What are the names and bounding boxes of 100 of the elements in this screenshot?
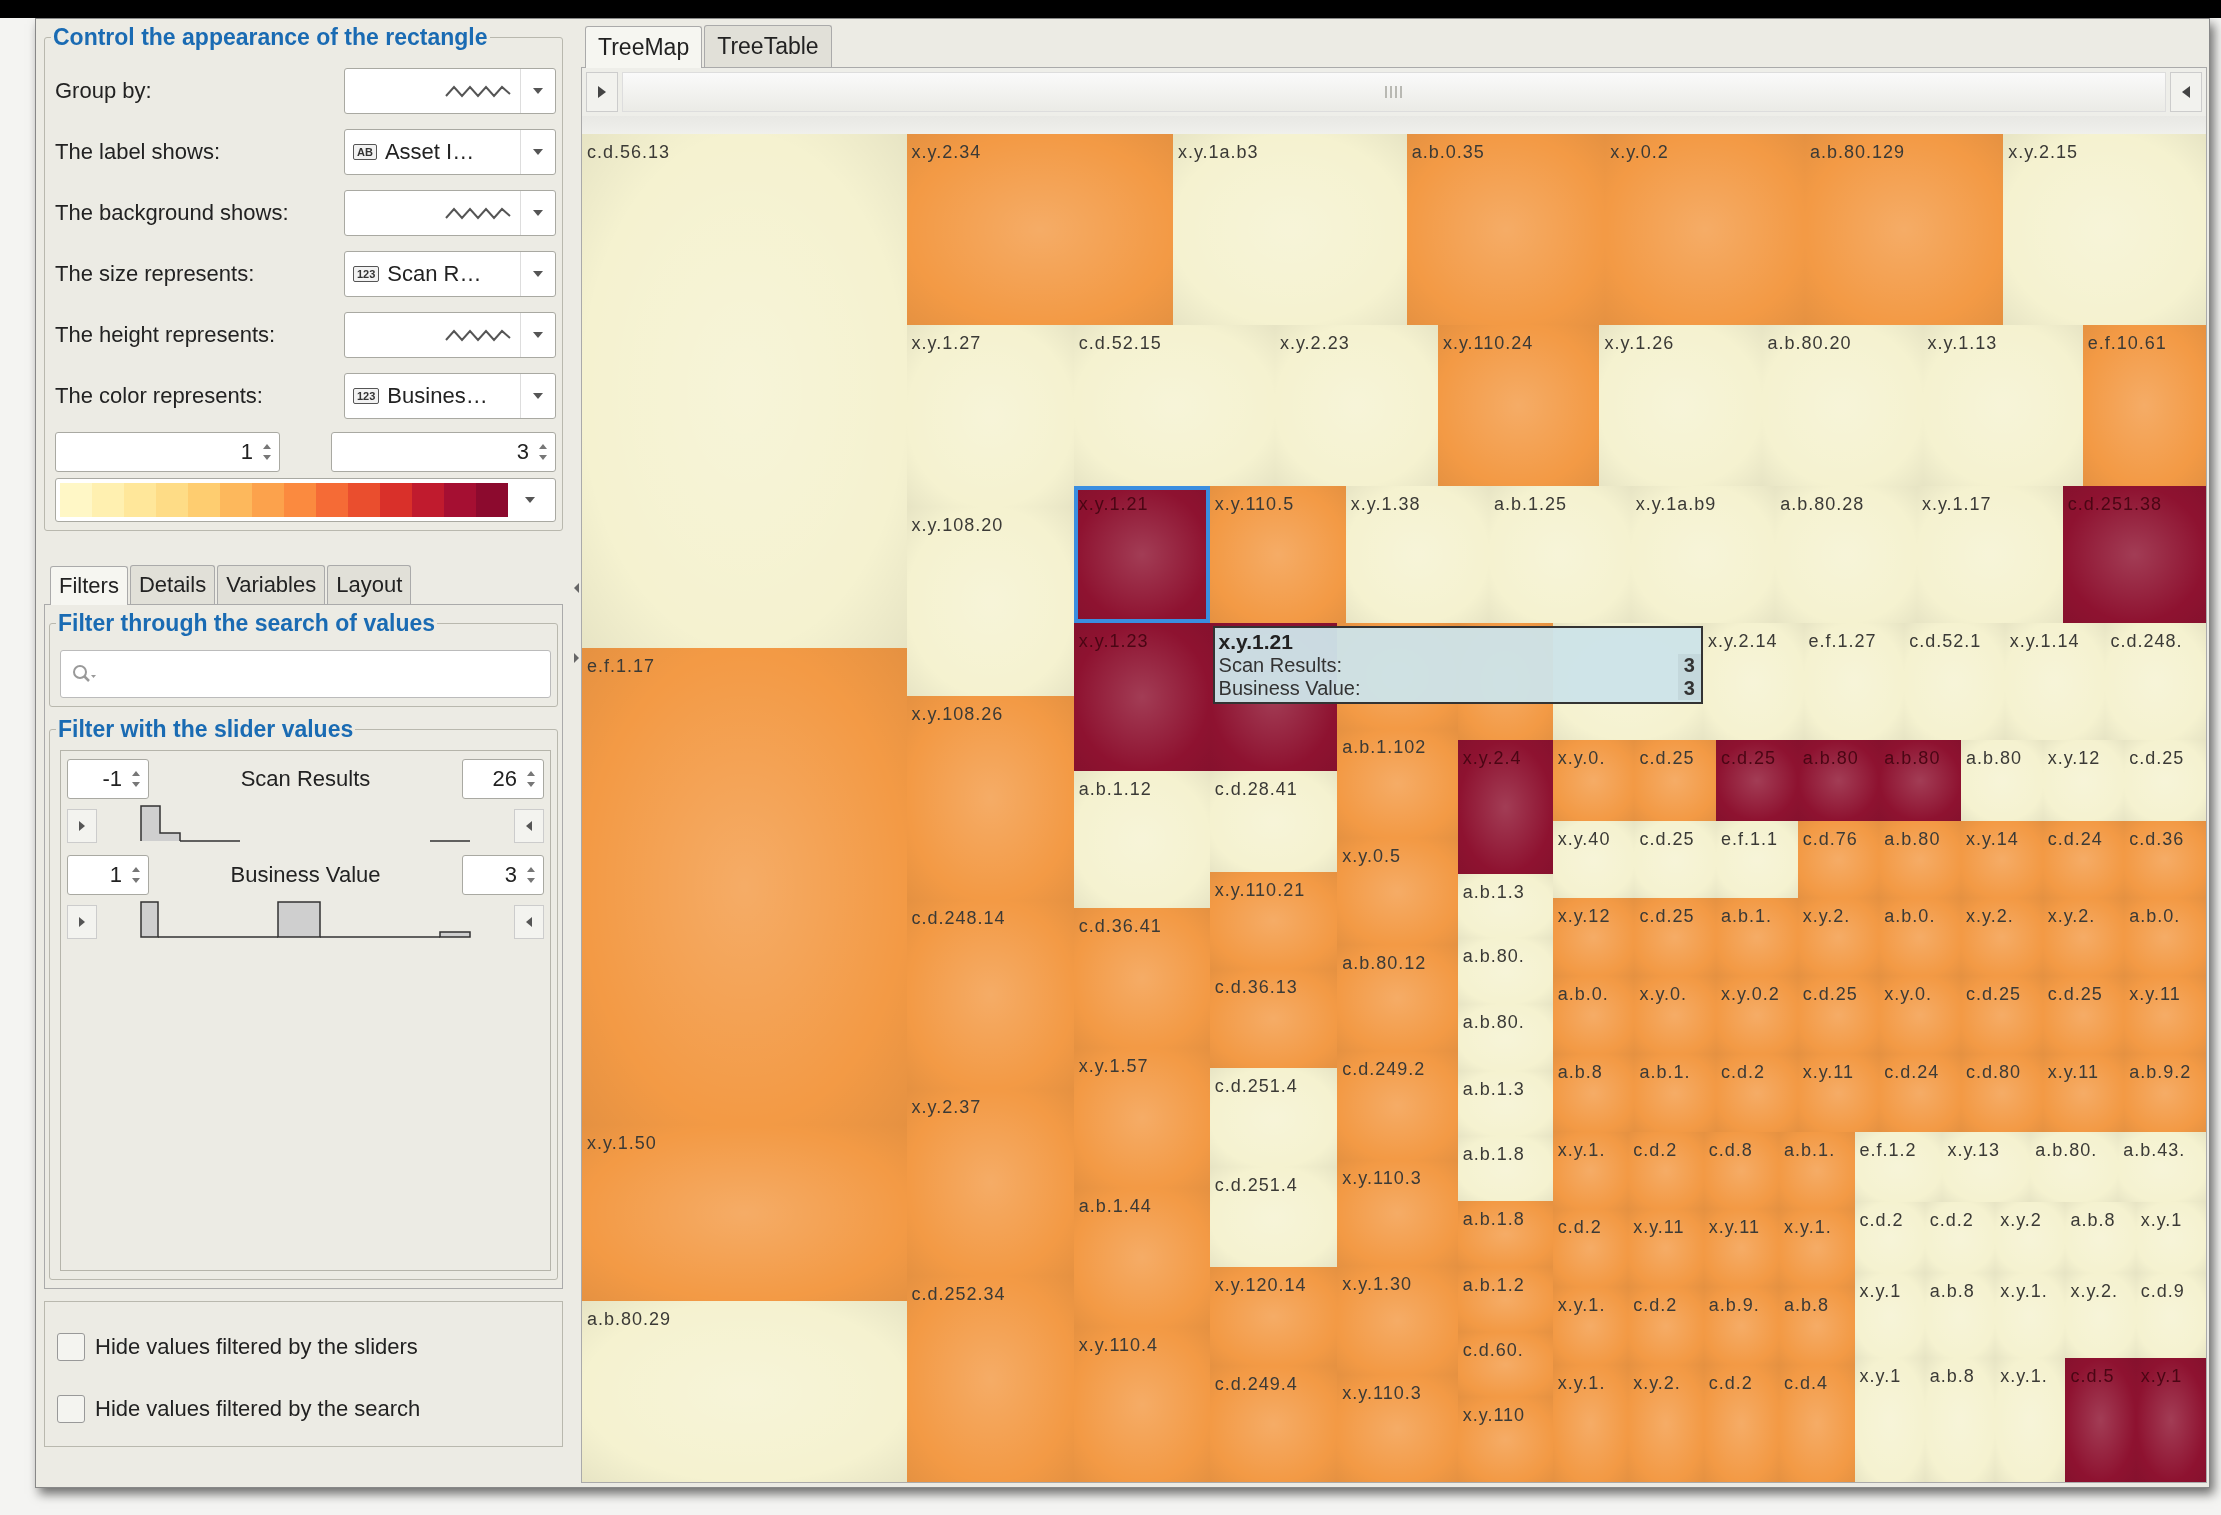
treemap-cell[interactable]: x.y.1.50 — [582, 1124, 907, 1302]
treemap-cell[interactable]: x.y.1.38 — [1345, 485, 1489, 623]
treemap-cell[interactable]: a.b.1.8 — [1457, 1135, 1553, 1201]
treemap-cell[interactable]: x.y.13 — [1942, 1131, 2031, 1203]
treemap-cell[interactable]: e.f.1.1 — [1716, 820, 1798, 899]
tab[interactable]: TreeTable — [704, 25, 832, 67]
treemap-cell[interactable]: x.y.2.34 — [906, 134, 1173, 325]
treemap-cell[interactable]: c.d.251.4 — [1209, 1166, 1338, 1268]
treemap-cell[interactable]: x.y.0.2 — [1716, 976, 1798, 1054]
dropdown[interactable] — [344, 311, 556, 358]
treemap-cell[interactable]: a.b.80.20 — [1762, 324, 1923, 486]
treemap-cell[interactable]: x.y.0.2 — [1605, 134, 1805, 325]
treemap-cell[interactable]: a.b.1.8 — [1457, 1200, 1553, 1268]
treemap-cell[interactable]: a.b.80.129 — [1804, 134, 2004, 325]
treemap-cell[interactable]: a.b.8 — [1924, 1272, 1996, 1358]
treemap-cell[interactable]: e.f.1.27 — [1803, 622, 1905, 741]
treemap-cell[interactable]: x.y.1.27 — [906, 324, 1074, 507]
treemap-cell[interactable]: c.d.2 — [1716, 1053, 1798, 1132]
treemap-cell[interactable]: x.y.110 — [1457, 1397, 1553, 1482]
treemap-cell[interactable]: x.y.12 — [1552, 898, 1635, 977]
treemap-cell[interactable]: x.y.2.23 — [1274, 324, 1438, 486]
treemap-cell[interactable]: c.d.24 — [1879, 1053, 1961, 1132]
treemap-cell[interactable]: x.y.110.24 — [1437, 324, 1600, 486]
treemap-cell[interactable]: c.d.36 — [2124, 820, 2206, 899]
treemap-cell[interactable]: c.d.249.4 — [1209, 1366, 1338, 1482]
treemap-cell[interactable]: e.f.1.17 — [582, 648, 907, 1125]
tab[interactable]: Layout — [327, 565, 412, 604]
treemap-cell[interactable]: a.b.1.25 — [1488, 485, 1631, 623]
treemap-cell[interactable]: a.b.1. — [1716, 898, 1798, 977]
treemap-cell[interactable]: x.y.2 — [1995, 1202, 2066, 1273]
slider-handle[interactable] — [67, 809, 97, 843]
treemap-cell[interactable]: x.y.1. — [1995, 1357, 2066, 1482]
treemap-cell[interactable]: a.b.80.12 — [1337, 945, 1458, 1051]
arrow-button[interactable] — [586, 72, 618, 112]
checkbox[interactable] — [57, 1395, 85, 1423]
treemap-cell[interactable]: x.y.12 — [2042, 740, 2125, 821]
treemap-cell[interactable]: x.y.2.14 — [1702, 622, 1804, 741]
treemap-cell[interactable]: x.y.110.4 — [1073, 1326, 1210, 1482]
treemap-cell[interactable]: x.y.1 — [1854, 1357, 1925, 1482]
dropdown[interactable]: 123 Scan R… — [344, 250, 556, 297]
treemap-cell[interactable]: x.y.11 — [1703, 1209, 1780, 1287]
treemap-cell[interactable]: a.b.80 — [1961, 740, 2043, 821]
treemap-cell[interactable]: e.f.1.2 — [1854, 1131, 1943, 1203]
treemap-cell[interactable]: c.d.25 — [1797, 976, 1880, 1054]
treemap-cell[interactable]: c.d.28.41 — [1209, 771, 1338, 872]
treemap-cell[interactable]: a.b.80. — [1457, 1004, 1553, 1071]
treemap-cell[interactable]: x.y.1.30 — [1337, 1265, 1458, 1375]
treemap-cell[interactable]: c.d.2 — [1924, 1202, 1996, 1273]
treemap-cell[interactable]: x.y.2. — [2065, 1272, 2136, 1358]
treemap-cell[interactable]: a.b.1. — [1634, 1053, 1717, 1132]
treemap-cell[interactable]: c.d.2 — [1628, 1287, 1704, 1365]
treemap-cell[interactable]: x.y.108.20 — [906, 507, 1074, 697]
dropdown[interactable] — [344, 189, 556, 236]
treemap-cell[interactable]: x.y.1.57 — [1073, 1048, 1210, 1189]
treemap-cell[interactable]: c.d.4 — [1779, 1364, 1855, 1482]
treemap-cell[interactable]: c.d.25 — [1961, 976, 2043, 1054]
treemap-cell[interactable]: c.d.76 — [1797, 820, 1880, 899]
treemap-cell[interactable]: c.d.8 — [1703, 1131, 1780, 1210]
spin-box[interactable]: 26 — [462, 759, 544, 799]
treemap-cell[interactable]: c.d.60. — [1457, 1332, 1553, 1398]
treemap-cell[interactable]: c.d.251.4 — [1209, 1068, 1338, 1167]
treemap-cell[interactable]: a.b.1.3 — [1457, 1070, 1553, 1136]
treemap-cell[interactable]: a.b.9.2 — [2124, 1053, 2206, 1132]
scrollbar[interactable] — [622, 72, 2166, 112]
treemap-cell[interactable]: x.y.14 — [1961, 820, 2043, 899]
treemap-cell[interactable]: x.y.1.17 — [1916, 485, 2063, 623]
treemap-cell[interactable]: a.b.1.44 — [1073, 1188, 1210, 1327]
spin-box[interactable]: 1 — [55, 432, 280, 472]
treemap-cell[interactable]: a.b.9. — [1703, 1287, 1780, 1365]
treemap-cell[interactable]: a.b.80. — [1457, 938, 1553, 1005]
treemap-cell[interactable]: c.d.252.34 — [906, 1275, 1074, 1482]
treemap-cell[interactable]: c.d.24 — [2042, 820, 2125, 899]
treemap-cell[interactable]: c.d.25 — [2042, 976, 2125, 1054]
treemap-cell[interactable]: c.d.36.13 — [1209, 969, 1338, 1068]
treemap-cell[interactable]: c.d.56.13 — [582, 134, 907, 649]
treemap-cell[interactable]: x.y.1.14 — [2004, 622, 2106, 741]
treemap-cell[interactable]: e.f.10.61 — [2082, 324, 2206, 486]
treemap-cell[interactable]: x.y.0. — [1879, 976, 1961, 1054]
tab[interactable]: Filters — [50, 566, 128, 605]
treemap-cell[interactable]: c.d.25 — [1634, 898, 1717, 977]
treemap-cell[interactable]: a.b.8 — [1552, 1053, 1635, 1132]
treemap-cell[interactable]: x.y.110.5 — [1209, 485, 1346, 623]
spin-box[interactable]: 3 — [462, 855, 544, 895]
treemap-cell[interactable]: c.d.25 — [1634, 820, 1717, 899]
treemap-cell[interactable]: c.d.2 — [1552, 1209, 1629, 1287]
treemap-cell[interactable]: x.y.0. — [1552, 740, 1635, 821]
dropdown[interactable]: AB Asset I… — [344, 128, 556, 175]
slider-handle[interactable] — [514, 809, 544, 843]
treemap-cell[interactable]: a.b.80. — [2030, 1131, 2119, 1203]
treemap-cell[interactable]: x.y.120.14 — [1209, 1267, 1338, 1367]
treemap-cell[interactable]: a.b.1.12 — [1073, 771, 1210, 909]
arrow-button[interactable] — [2170, 72, 2202, 112]
slider-handle[interactable] — [514, 905, 544, 939]
treemap-cell[interactable]: a.b.80 — [1879, 820, 1961, 899]
treemap-cell[interactable]: x.y.108.26 — [906, 696, 1074, 900]
treemap-cell[interactable]: x.y.0. — [1634, 976, 1717, 1054]
treemap-cell[interactable]: a.b.0. — [1552, 976, 1635, 1054]
tab[interactable]: TreeMap — [585, 26, 703, 68]
treemap-cell[interactable]: a.b.0. — [1879, 898, 1961, 977]
treemap-cell[interactable]: a.b.80.29 — [582, 1301, 907, 1482]
